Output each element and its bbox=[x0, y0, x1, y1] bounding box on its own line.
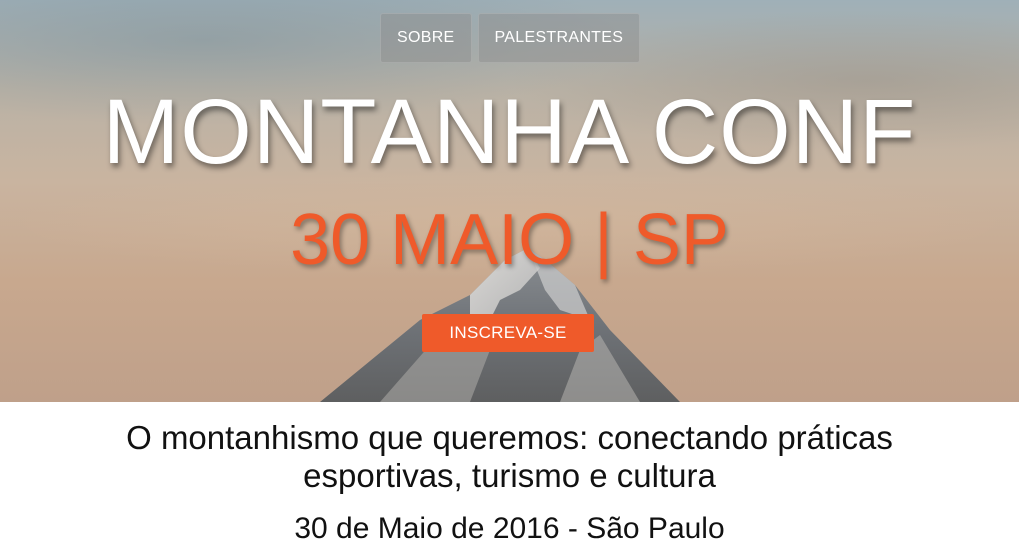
event-date: 30 de Maio de 2016 - São Paulo bbox=[294, 512, 725, 545]
nav-item-palestrantes[interactable]: PALESTRANTES bbox=[477, 13, 641, 63]
hero-section: SOBRE PALESTRANTES MONTANHA CONF 30 MAIO… bbox=[0, 0, 1019, 402]
hero-date-location: 30 MAIO | SP bbox=[290, 200, 729, 280]
hero-title: MONTANHA CONF bbox=[102, 81, 917, 183]
event-subtitle: O montanhismo que queremos: conectando p… bbox=[0, 419, 1019, 495]
event-subtitle-line1: O montanhismo que queremos: conectando p… bbox=[126, 419, 893, 456]
top-nav: SOBRE PALESTRANTES bbox=[380, 13, 641, 63]
nav-item-sobre[interactable]: SOBRE bbox=[380, 13, 472, 63]
event-subtitle-line2: esportivas, turismo e cultura bbox=[303, 457, 716, 494]
register-button[interactable]: INSCREVA-SE bbox=[422, 314, 594, 352]
